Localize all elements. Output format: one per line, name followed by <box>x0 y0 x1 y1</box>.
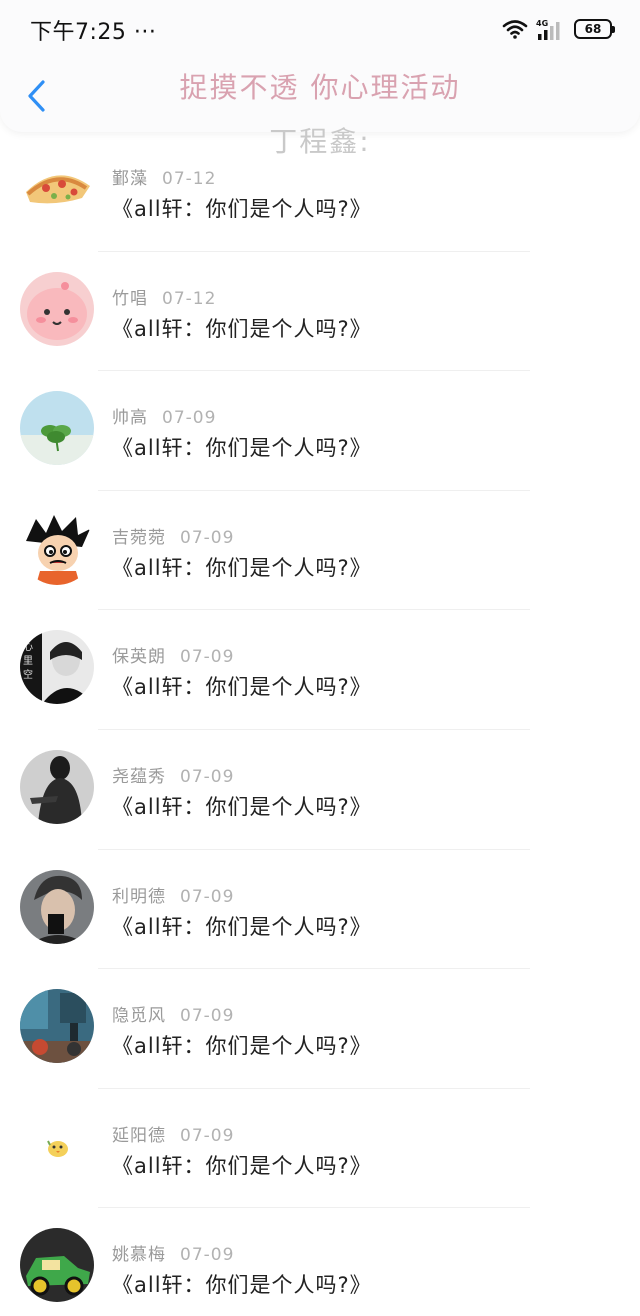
post-title[interactable]: 《all轩：你们是个人吗?》 <box>112 671 372 701</box>
item-meta: 利明德 07-09 <box>112 882 234 907</box>
author-name[interactable]: 延阳德 <box>112 1126 166 1146</box>
item-meta: 竹唱 07-12 <box>112 284 216 309</box>
author-name[interactable]: 姚慕梅 <box>112 1245 166 1265</box>
status-bar: 下午7:25 ··· 4G 68 <box>0 0 640 58</box>
cellular-signal-icon: 4G <box>536 18 566 40</box>
post-title[interactable]: 《all轩：你们是个人吗?》 <box>112 313 372 343</box>
svg-text:空: 空 <box>23 668 33 681</box>
list-item[interactable]: 竹唱 07-12 《all轩：你们是个人吗?》 <box>0 252 640 372</box>
author-name[interactable]: 帅高 <box>112 408 148 428</box>
avatar[interactable] <box>20 152 94 226</box>
list-item[interactable]: 隐觅风 07-09 《all轩：你们是个人吗?》 <box>0 969 640 1089</box>
list-item[interactable]: 尧蕴秀 07-09 《all轩：你们是个人吗?》 <box>0 730 640 850</box>
avatar[interactable] <box>20 391 94 466</box>
avatar[interactable] <box>20 510 94 585</box>
post-date: 07-09 <box>180 647 235 668</box>
author-name[interactable]: 保英朗 <box>112 647 166 667</box>
avatar[interactable]: 心里空 <box>20 630 94 705</box>
avatar[interactable] <box>20 1108 94 1183</box>
list-item[interactable]: 利明德 07-09 《all轩：你们是个人吗?》 <box>0 850 640 970</box>
list-item[interactable]: 吉菀菀 07-09 《all轩：你们是个人吗?》 <box>0 491 640 611</box>
post-list: 鄞藻 07-12 《all轩：你们是个人吗?》 竹唱 07-12 《all轩：你们是个人吗… <box>0 132 640 1316</box>
item-meta: 帅高 07-09 <box>112 403 216 428</box>
avatar[interactable] <box>20 749 94 824</box>
author-name[interactable]: 利明德 <box>112 887 166 907</box>
status-time: 下午7:25 ··· <box>30 14 156 46</box>
post-date: 07-09 <box>180 766 235 787</box>
post-date: 07-12 <box>162 169 217 189</box>
author-name[interactable]: 竹唱 <box>112 289 148 309</box>
status-icons: 4G 68 <box>502 18 615 40</box>
page-title: 捉摸不透 你心理活动 <box>179 71 461 104</box>
post-title[interactable]: 《all轩：你们是个人吗?》 <box>112 1030 372 1060</box>
item-meta: 延阳德 07-09 <box>112 1121 234 1146</box>
list-item[interactable]: 姚慕梅 07-09 《all轩：你们是个人吗?》 <box>0 1208 640 1316</box>
post-title[interactable]: 《all轩：你们是个人吗?》 <box>112 911 372 941</box>
svg-text:心: 心 <box>23 641 33 653</box>
post-date: 07-09 <box>162 408 217 429</box>
item-meta: 隐觅风 07-09 <box>112 1001 234 1026</box>
list-item[interactable]: 帅高 07-09 《all轩：你们是个人吗?》 <box>0 371 640 491</box>
author-name[interactable]: 尧蕴秀 <box>112 767 166 787</box>
author-name[interactable]: 鄞藻 <box>112 169 148 189</box>
network-type-label: 4G <box>536 19 548 28</box>
list-item[interactable]: 延阳德 07-09 《all轩：你们是个人吗?》 <box>0 1089 640 1209</box>
author-name[interactable]: 吉菀菀 <box>112 528 166 548</box>
item-meta: 姚慕梅 07-09 <box>112 1240 234 1265</box>
post-title[interactable]: 《all轩：你们是个人吗?》 <box>112 432 372 462</box>
svg-text:里: 里 <box>23 655 33 667</box>
item-meta: 鄞藻 07-12 <box>112 164 216 189</box>
post-date: 07-09 <box>180 886 235 907</box>
list-item[interactable]: 心里空保英朗 07-09 《all轩：你们是个人吗?》 <box>0 610 640 730</box>
post-date: 07-09 <box>180 1125 235 1146</box>
post-date: 07-09 <box>180 527 235 548</box>
post-title[interactable]: 《all轩：你们是个人吗?》 <box>112 193 372 223</box>
clock-time: 下午7:25 <box>30 20 127 45</box>
avatar[interactable] <box>20 271 94 346</box>
wifi-icon <box>502 19 528 39</box>
more-dots: ··· <box>133 20 157 45</box>
post-date: 07-09 <box>180 1245 235 1266</box>
avatar[interactable] <box>20 1228 94 1303</box>
author-name[interactable]: 隐觅风 <box>112 1006 166 1026</box>
item-meta: 尧蕴秀 07-09 <box>112 762 234 787</box>
post-title[interactable]: 《all轩：你们是个人吗?》 <box>112 1150 372 1180</box>
post-title[interactable]: 《all轩：你们是个人吗?》 <box>112 1269 372 1299</box>
item-meta: 吉菀菀 07-09 <box>112 523 234 548</box>
post-title[interactable]: 《all轩：你们是个人吗?》 <box>112 552 372 582</box>
page-subtitle: 丁程鑫: <box>269 125 371 158</box>
post-title[interactable]: 《all轩：你们是个人吗?》 <box>112 791 372 821</box>
post-date: 07-12 <box>162 288 217 309</box>
avatar[interactable] <box>20 869 94 944</box>
avatar[interactable] <box>20 989 94 1064</box>
battery-level: 68 <box>584 22 602 36</box>
battery-icon: 68 <box>574 19 615 39</box>
post-date: 07-09 <box>180 1006 235 1027</box>
item-meta: 保英朗 07-09 <box>112 642 234 667</box>
